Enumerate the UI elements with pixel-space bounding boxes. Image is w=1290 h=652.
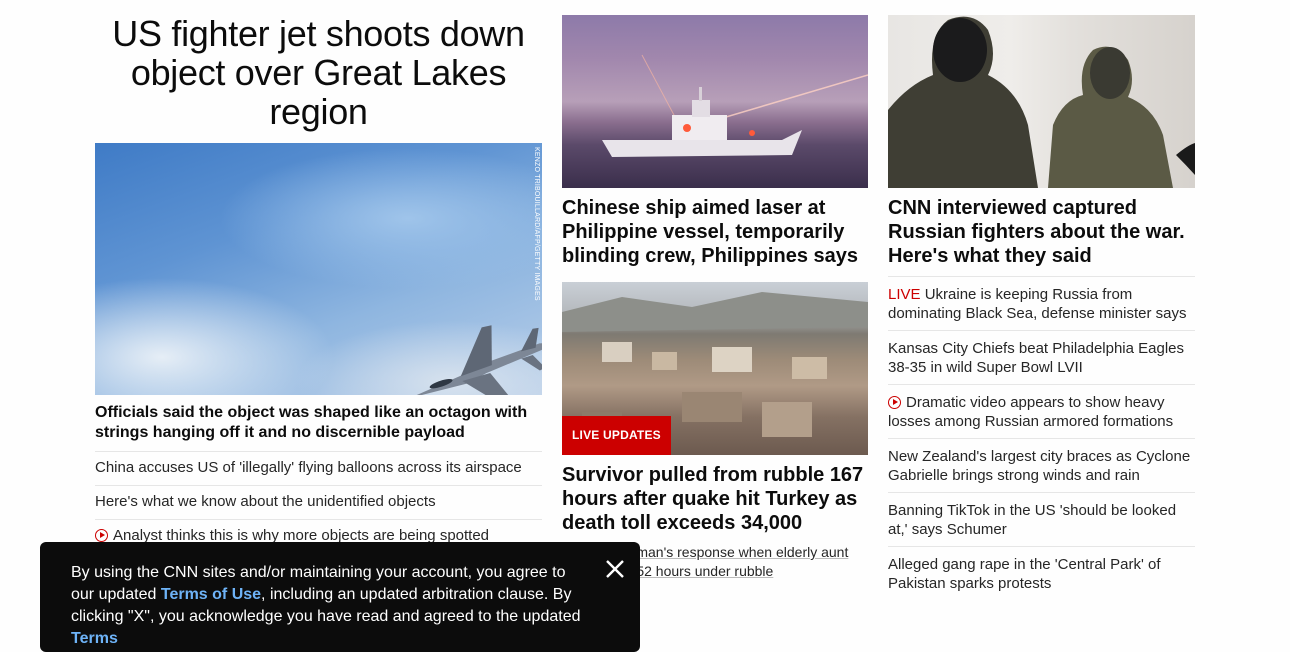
play-circle-icon: [95, 529, 108, 542]
earthquake-headline[interactable]: Survivor pulled from rubble 167 hours af…: [562, 463, 868, 535]
close-banner-button[interactable]: [604, 558, 626, 580]
terms-of-use-link[interactable]: Terms of Use: [161, 586, 261, 603]
earthquake-rubble-image[interactable]: LIVE UPDATES: [562, 282, 868, 455]
ship-laser-image[interactable]: [562, 15, 868, 188]
russian-fighters-image[interactable]: [888, 15, 1195, 188]
terms-banner: By using the CNN sites and/or maintainin…: [40, 542, 640, 652]
jet-illustration: [410, 325, 542, 395]
right-link-6[interactable]: Alleged gang rape in the 'Central Park' …: [888, 547, 1195, 600]
related-link-1[interactable]: China accuses US of 'illegally' flying b…: [95, 452, 542, 486]
right-link-4[interactable]: New Zealand's largest city braces as Cyc…: [888, 439, 1195, 493]
terms-link[interactable]: Terms: [71, 630, 118, 647]
right-related-list: LIVE Ukraine is keeping Russia from domi…: [888, 277, 1195, 600]
live-updates-badge[interactable]: LIVE UPDATES: [562, 416, 671, 455]
lead-headline[interactable]: US fighter jet shoots down object over G…: [95, 14, 542, 131]
lead-related-list: China accuses US of 'illegally' flying b…: [95, 452, 542, 554]
close-icon: [606, 560, 624, 578]
play-circle-icon: [888, 396, 901, 409]
live-label: LIVE: [888, 286, 921, 303]
image-credit: KENZO TRIBOUILLARD/AFP/GETTY IMAGES: [533, 147, 540, 301]
right-link-2[interactable]: Kansas City Chiefs beat Philadelphia Eag…: [888, 331, 1195, 385]
related-link-2[interactable]: Here's what we know about the unidentifi…: [95, 486, 542, 520]
russian-fighters-headline[interactable]: CNN interviewed captured Russian fighter…: [888, 196, 1195, 277]
lead-story: US fighter jet shoots down object over G…: [95, 14, 542, 554]
terms-banner-text: By using the CNN sites and/or maintainin…: [71, 564, 581, 647]
right-link-5[interactable]: Banning TikTok in the US 'should be look…: [888, 493, 1195, 547]
right-link-1[interactable]: LIVE Ukraine is keeping Russia from domi…: [888, 277, 1195, 331]
right-link-3[interactable]: Dramatic video appears to show heavy los…: [888, 385, 1195, 439]
fighter-jet-image[interactable]: KENZO TRIBOUILLARD/AFP/GETTY IMAGES: [95, 143, 542, 395]
right-column: CNN interviewed captured Russian fighter…: [888, 15, 1195, 600]
ship-headline[interactable]: Chinese ship aimed laser at Philippine v…: [562, 196, 868, 268]
lead-summary[interactable]: Officials said the object was shaped lik…: [95, 403, 542, 452]
ship-illustration: [602, 54, 868, 157]
soldiers-illustration: [888, 16, 1195, 188]
middle-column: Chinese ship aimed laser at Philippine v…: [562, 15, 868, 581]
